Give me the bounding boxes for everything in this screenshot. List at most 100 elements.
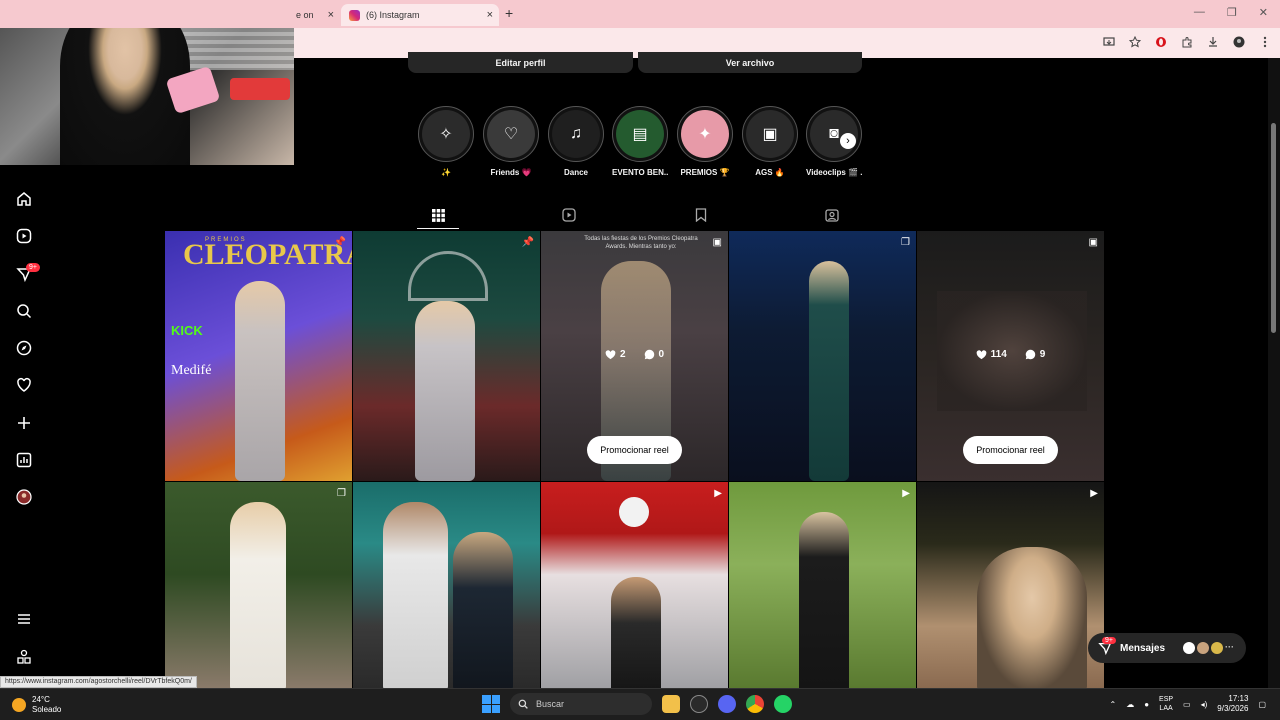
messages-label: Mensajes (1120, 642, 1166, 654)
page-scrollbar[interactable] (1268, 58, 1280, 688)
posts-grid-icon[interactable] (431, 208, 445, 222)
reel-caption: Todas las fiestas de los Premios Cleopat… (584, 236, 698, 250)
reel-tile[interactable]: ▶ (541, 482, 728, 688)
event-icon: ▤ (616, 110, 664, 158)
post-photo-person (611, 577, 661, 688)
photos-icon: ▣ (746, 110, 794, 158)
tab-instagram-label: (6) Instagram (366, 10, 420, 20)
download-icon[interactable] (1206, 35, 1220, 49)
trophy-icon: ✦ (681, 110, 729, 158)
highlight-label: EVENTO BEN... (612, 168, 668, 177)
new-tab-button[interactable]: + (505, 5, 513, 21)
likes-count: 2 (605, 349, 626, 360)
promote-reel-button[interactable]: Promocionar reel (963, 436, 1058, 464)
highlight-cover: ✧ (418, 106, 474, 162)
chrome-icon[interactable] (746, 695, 764, 713)
highlight-item[interactable]: ♡ Friends 💗 (483, 106, 539, 177)
search-icon[interactable] (15, 302, 33, 320)
create-plus-icon[interactable] (15, 414, 33, 432)
heart-icon[interactable] (15, 376, 33, 394)
language-code: ESP (1159, 696, 1174, 703)
comments-count: 0 (644, 349, 664, 360)
more-menu-icon[interactable] (15, 610, 33, 628)
reel-stats: 114 9 (917, 349, 1104, 360)
post-tile[interactable]: 📌 (353, 231, 540, 481)
scrollbar-thumb[interactable] (1271, 123, 1276, 333)
tab-instagram[interactable]: (6) Instagram × (341, 4, 499, 26)
hands-heart-icon: ♡ (487, 110, 535, 158)
highlight-item[interactable]: ▣ AGS 🔥 (742, 106, 798, 177)
whatsapp-icon[interactable] (774, 695, 792, 713)
taskbar-search-placeholder: Buscar (536, 699, 565, 709)
settings-icon[interactable] (690, 695, 708, 713)
clock[interactable]: 17:13 9/3/2026 (1217, 694, 1248, 714)
chevron-up-icon[interactable]: ⌃ (1109, 700, 1116, 709)
reel-tile[interactable]: ▶ (917, 482, 1104, 688)
extensions-puzzle-icon[interactable] (1180, 35, 1194, 49)
bookmark-star-icon[interactable] (1128, 35, 1142, 49)
post-photo-lamp (619, 497, 649, 527)
reel-tile[interactable]: ▣ 114 9 Promocionar reel (917, 231, 1104, 481)
profile-avatar-icon[interactable] (15, 488, 33, 506)
reels-icon[interactable] (15, 227, 33, 245)
windows-start-icon[interactable] (482, 695, 500, 713)
post-tile[interactable]: PREMIOS CLEOPATRA25 KICK Medifé 📌 (165, 231, 352, 481)
post-tile[interactable]: ❐ (165, 482, 352, 688)
reels-tab-icon[interactable] (562, 208, 576, 222)
menu-kebab-icon[interactable] (1258, 35, 1272, 49)
minimize-button[interactable]: — (1194, 6, 1205, 19)
reel-tile[interactable]: ▶ (729, 482, 916, 688)
saved-bookmark-icon[interactable] (694, 208, 708, 222)
maximize-button[interactable]: ❐ (1227, 6, 1237, 19)
highlight-item[interactable]: ✦ PREMIOS 🏆 (677, 106, 733, 177)
tab-previous[interactable]: e on × (296, 4, 340, 26)
post-photo-person (809, 261, 849, 481)
tagged-icon[interactable] (825, 208, 839, 222)
cloud-icon[interactable]: ☁ (1126, 700, 1134, 709)
messages-badge: 9+ (1102, 637, 1116, 644)
highlight-item[interactable]: ✧ ✨ (418, 106, 474, 177)
highlight-label: Dance (563, 168, 588, 177)
post-photo-person (453, 532, 513, 688)
pin-icon: 📌 (333, 237, 346, 248)
also-from-meta-icon[interactable] (15, 648, 33, 666)
promote-reel-button[interactable]: Promocionar reel (587, 436, 682, 464)
taskbar-search[interactable]: Buscar (510, 693, 652, 715)
language-indicator[interactable]: ESP LAA (1159, 695, 1173, 713)
highlight-cover: ▤ (612, 106, 668, 162)
tab-previous-label: e on (296, 10, 314, 20)
notifications-icon[interactable]: ▢ (1258, 700, 1266, 709)
install-app-icon[interactable] (1102, 35, 1116, 49)
reel-tile[interactable]: Todas las fiestas de los Premios Cleopat… (541, 231, 728, 481)
likes-count: 114 (976, 349, 1007, 360)
microphone-icon[interactable]: ● (1144, 700, 1149, 709)
post-tile[interactable] (353, 482, 540, 688)
network-icon[interactable]: ▭ (1183, 700, 1191, 709)
extension-opera-icon[interactable] (1154, 35, 1168, 49)
highlight-item[interactable]: ▤ EVENTO BEN... (612, 106, 668, 177)
volume-icon[interactable]: ◂) (1201, 700, 1208, 709)
close-icon[interactable]: × (328, 9, 334, 21)
chevron-right-icon[interactable]: › (840, 133, 856, 149)
profile-avatar-icon[interactable] (1232, 35, 1246, 49)
post-photo-logo (408, 251, 488, 301)
file-explorer-icon[interactable] (662, 695, 680, 713)
edit-profile-button[interactable]: Editar perfil (408, 52, 633, 73)
close-icon[interactable]: × (487, 9, 493, 21)
kick-logo-text: KICK (171, 323, 203, 338)
system-tray: ⌃ ☁ ● ESP LAA ▭ ◂) 17:13 9/3/2026 ▢ (1109, 694, 1266, 714)
weather-widget[interactable]: 24°C Soleado (12, 695, 61, 715)
close-window-button[interactable]: ✕ (1259, 6, 1268, 19)
highlight-label: Videoclips 🎬 ... (806, 168, 862, 177)
highlight-item[interactable]: ♫ Dance (548, 106, 604, 177)
explore-compass-icon[interactable] (15, 339, 33, 357)
discord-icon[interactable] (718, 695, 736, 713)
view-archive-button[interactable]: Ver archivo (638, 52, 862, 73)
avatar (1197, 642, 1210, 654)
search-icon (518, 699, 528, 709)
dashboard-chart-icon[interactable] (15, 451, 33, 469)
post-tile[interactable]: ❐ (729, 231, 916, 481)
home-icon[interactable] (15, 190, 33, 208)
status-url-bar: https://www.instagram.com/agostorchelli/… (0, 676, 197, 688)
music-icon: ♫ (552, 110, 600, 158)
